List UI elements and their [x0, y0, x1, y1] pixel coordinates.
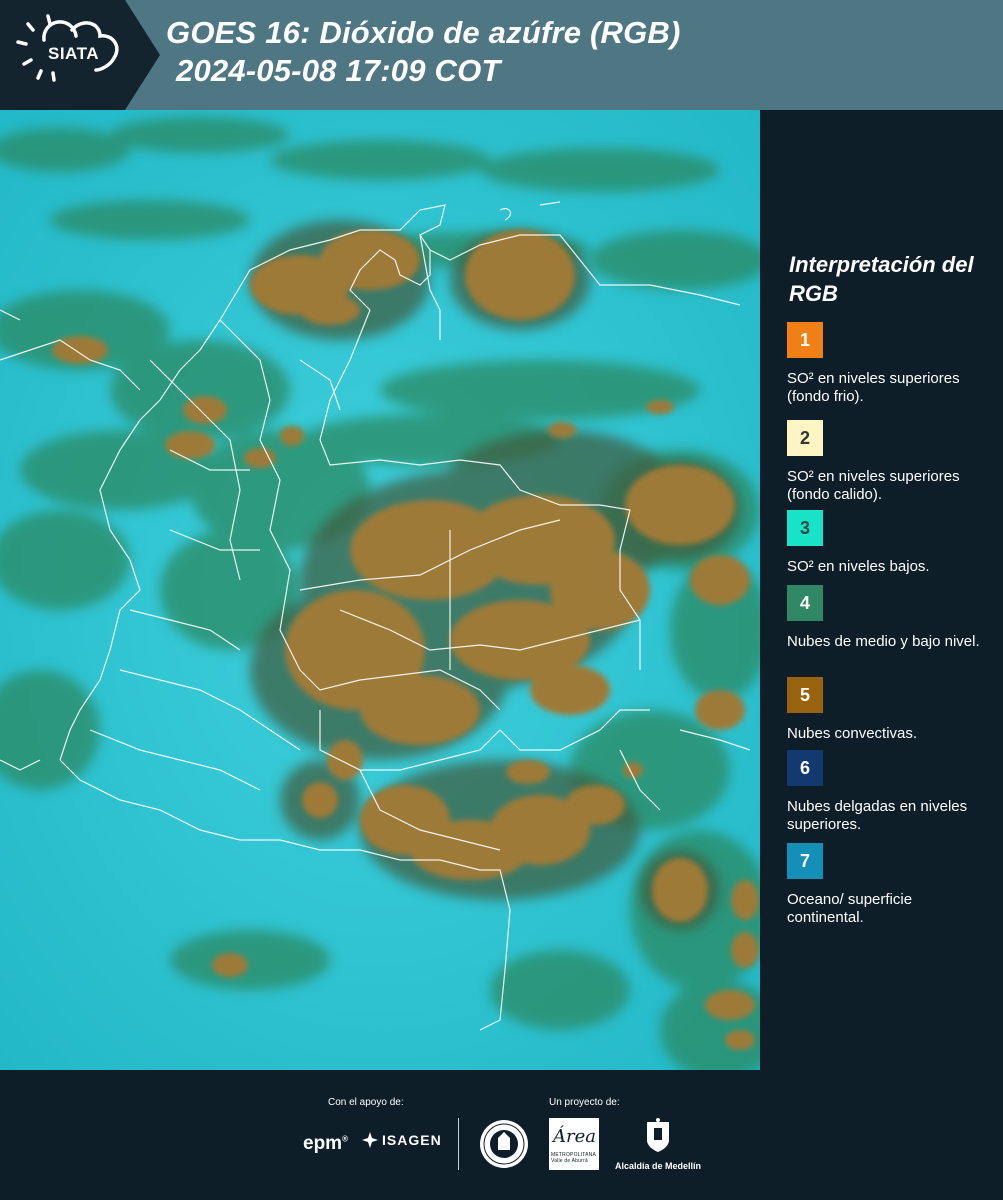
legend-swatch-7: 7 — [787, 843, 823, 879]
legend-text-3: SO² en niveles bajos. — [787, 558, 930, 575]
page-title: GOES 16: Dióxido de azúfre (RGB) — [166, 15, 681, 50]
legend-text-7: Oceano/ superficie continental. — [787, 891, 913, 926]
legend-text-4: Nubes de medio y bajo nivel. — [787, 633, 980, 650]
area-metropolitana-logo: Área METROPOLITANA Valle de Aburrá — [549, 1118, 599, 1170]
legend-text-2: SO² en niveles superiores (fondo calido)… — [787, 468, 960, 503]
siata-logo: SIATA — [0, 0, 160, 110]
legend-swatch-5: 5 — [787, 677, 823, 713]
legend-swatch-3: 3 — [787, 510, 823, 546]
coat-of-arms-icon — [647, 1118, 669, 1152]
alcaldia-logo: Alcaldía de Medellín — [612, 1118, 704, 1171]
legend-panel: Interpretación del RGB 1 SO² en niveles … — [760, 110, 1003, 1070]
title-block: GOES 16: Dióxido de azúfre (RGB) 2024-05… — [166, 14, 681, 90]
legend-text-1: SO² en niveles superiores (fondo frio). — [787, 370, 960, 405]
epm-logo-text: epm — [303, 1133, 343, 1154]
legend-item-3: 3 SO² en niveles bajos. — [787, 510, 992, 576]
header-bar: SIATA GOES 16: Dióxido de azúfre (RGB) 2… — [0, 0, 1003, 110]
satellite-map — [0, 110, 760, 1070]
legend-item-6: 6 Nubes delgadas en niveles superiores. — [787, 750, 992, 834]
footer-divider — [458, 1118, 459, 1170]
legend-item-5: 5 Nubes convectivas. — [787, 677, 992, 743]
support-label: Con el apoyo de: — [328, 1097, 404, 1108]
legend-title: Interpretación del RGB — [789, 252, 974, 306]
legend-item-7: 7 Oceano/ superficie continental. — [787, 843, 992, 927]
alcaldia-text: Alcaldía de Medellín — [614, 1161, 702, 1171]
isagen-icon — [362, 1132, 378, 1148]
legend-item-4: 4 Nubes de medio y bajo nivel. — [787, 585, 992, 651]
legend-swatch-1: 1 — [787, 322, 823, 358]
legend-text-5: Nubes convectivas. — [787, 725, 918, 742]
epm-logo: epm® — [303, 1133, 348, 1154]
isagen-logo: ISAGEN — [362, 1132, 442, 1148]
footer: Con el apoyo de: Un proyecto de: epm® IS… — [0, 1070, 1003, 1200]
legend-swatch-2: 2 — [787, 420, 823, 456]
area-logo-subtext: METROPOLITANA Valle de Aburrá — [551, 1152, 596, 1164]
project-label: Un proyecto de: — [549, 1097, 620, 1108]
legend-item-1: 1 SO² en niveles superiores (fondo frio)… — [787, 322, 992, 406]
legend-text-6: Nubes delgadas en niveles superiores. — [787, 798, 968, 833]
seal-icon — [480, 1120, 528, 1168]
timestamp: 2024-05-08 17:09 COT — [176, 53, 501, 88]
legend-swatch-6: 6 — [787, 750, 823, 786]
area-logo-text: Área — [553, 1126, 596, 1147]
map-canvas — [0, 110, 760, 1070]
legend-swatch-4: 4 — [787, 585, 823, 621]
legend-item-2: 2 SO² en niveles superiores (fondo calid… — [787, 420, 992, 504]
isagen-text: ISAGEN — [382, 1132, 442, 1148]
logo-text: SIATA — [48, 44, 99, 63]
